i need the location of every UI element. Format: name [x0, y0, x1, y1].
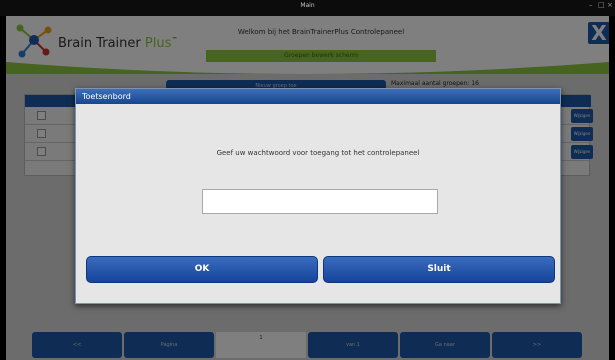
- maximize-icon[interactable]: □: [598, 1, 605, 9]
- password-dialog: Toetsenbord Geef uw wachtwoord voor toeg…: [75, 88, 561, 304]
- window-titlebar: Main – □ ×: [0, 0, 615, 16]
- close-window-icon[interactable]: ×: [607, 1, 613, 9]
- password-prompt: Geef uw wachtwoord voor toegang tot het …: [216, 149, 420, 157]
- close-button[interactable]: Sluit: [323, 256, 555, 283]
- app-window: Brain Trainer Plus™ Welkom bij het Brain…: [6, 16, 609, 360]
- minimize-icon[interactable]: –: [589, 1, 593, 9]
- password-input[interactable]: [202, 189, 438, 214]
- window-title: Main: [300, 2, 315, 9]
- dialog-title: Toetsenbord: [76, 89, 560, 104]
- ok-button[interactable]: OK: [86, 256, 318, 283]
